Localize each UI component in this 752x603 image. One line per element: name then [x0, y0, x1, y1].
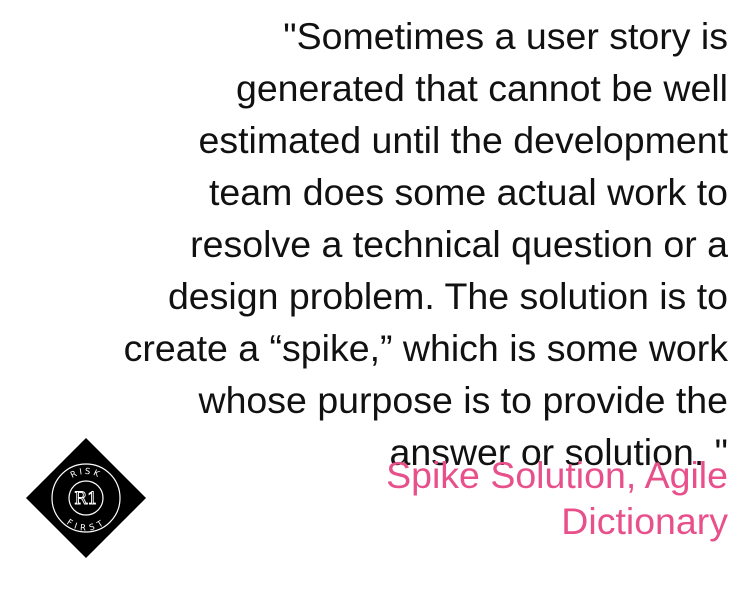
- quote-line: "Sometimes a user story is: [283, 15, 728, 57]
- quote-line: create a “spike,” which is some work: [123, 327, 728, 369]
- quote-line: whose purpose is to provide the: [198, 379, 729, 421]
- quote-line: design problem. The solution is to: [167, 275, 728, 317]
- logo-monogram: R1: [74, 489, 98, 509]
- quote-text: "Sometimes a user story is generated tha…: [8, 10, 728, 478]
- quote-line: team does some actual work to: [209, 171, 728, 213]
- quote-attribution: Spike Solution, Agile Dictionary: [168, 452, 728, 544]
- risk-first-logo-icon: RISK FIRST R1: [26, 438, 146, 558]
- quote-line: estimated until the development: [198, 119, 729, 161]
- attribution-line: Dictionary: [561, 500, 728, 542]
- attribution-line: Spike Solution, Agile: [386, 454, 728, 496]
- quote-line: resolve a technical question or a: [190, 223, 728, 265]
- quote-line: generated that cannot be well: [235, 67, 728, 109]
